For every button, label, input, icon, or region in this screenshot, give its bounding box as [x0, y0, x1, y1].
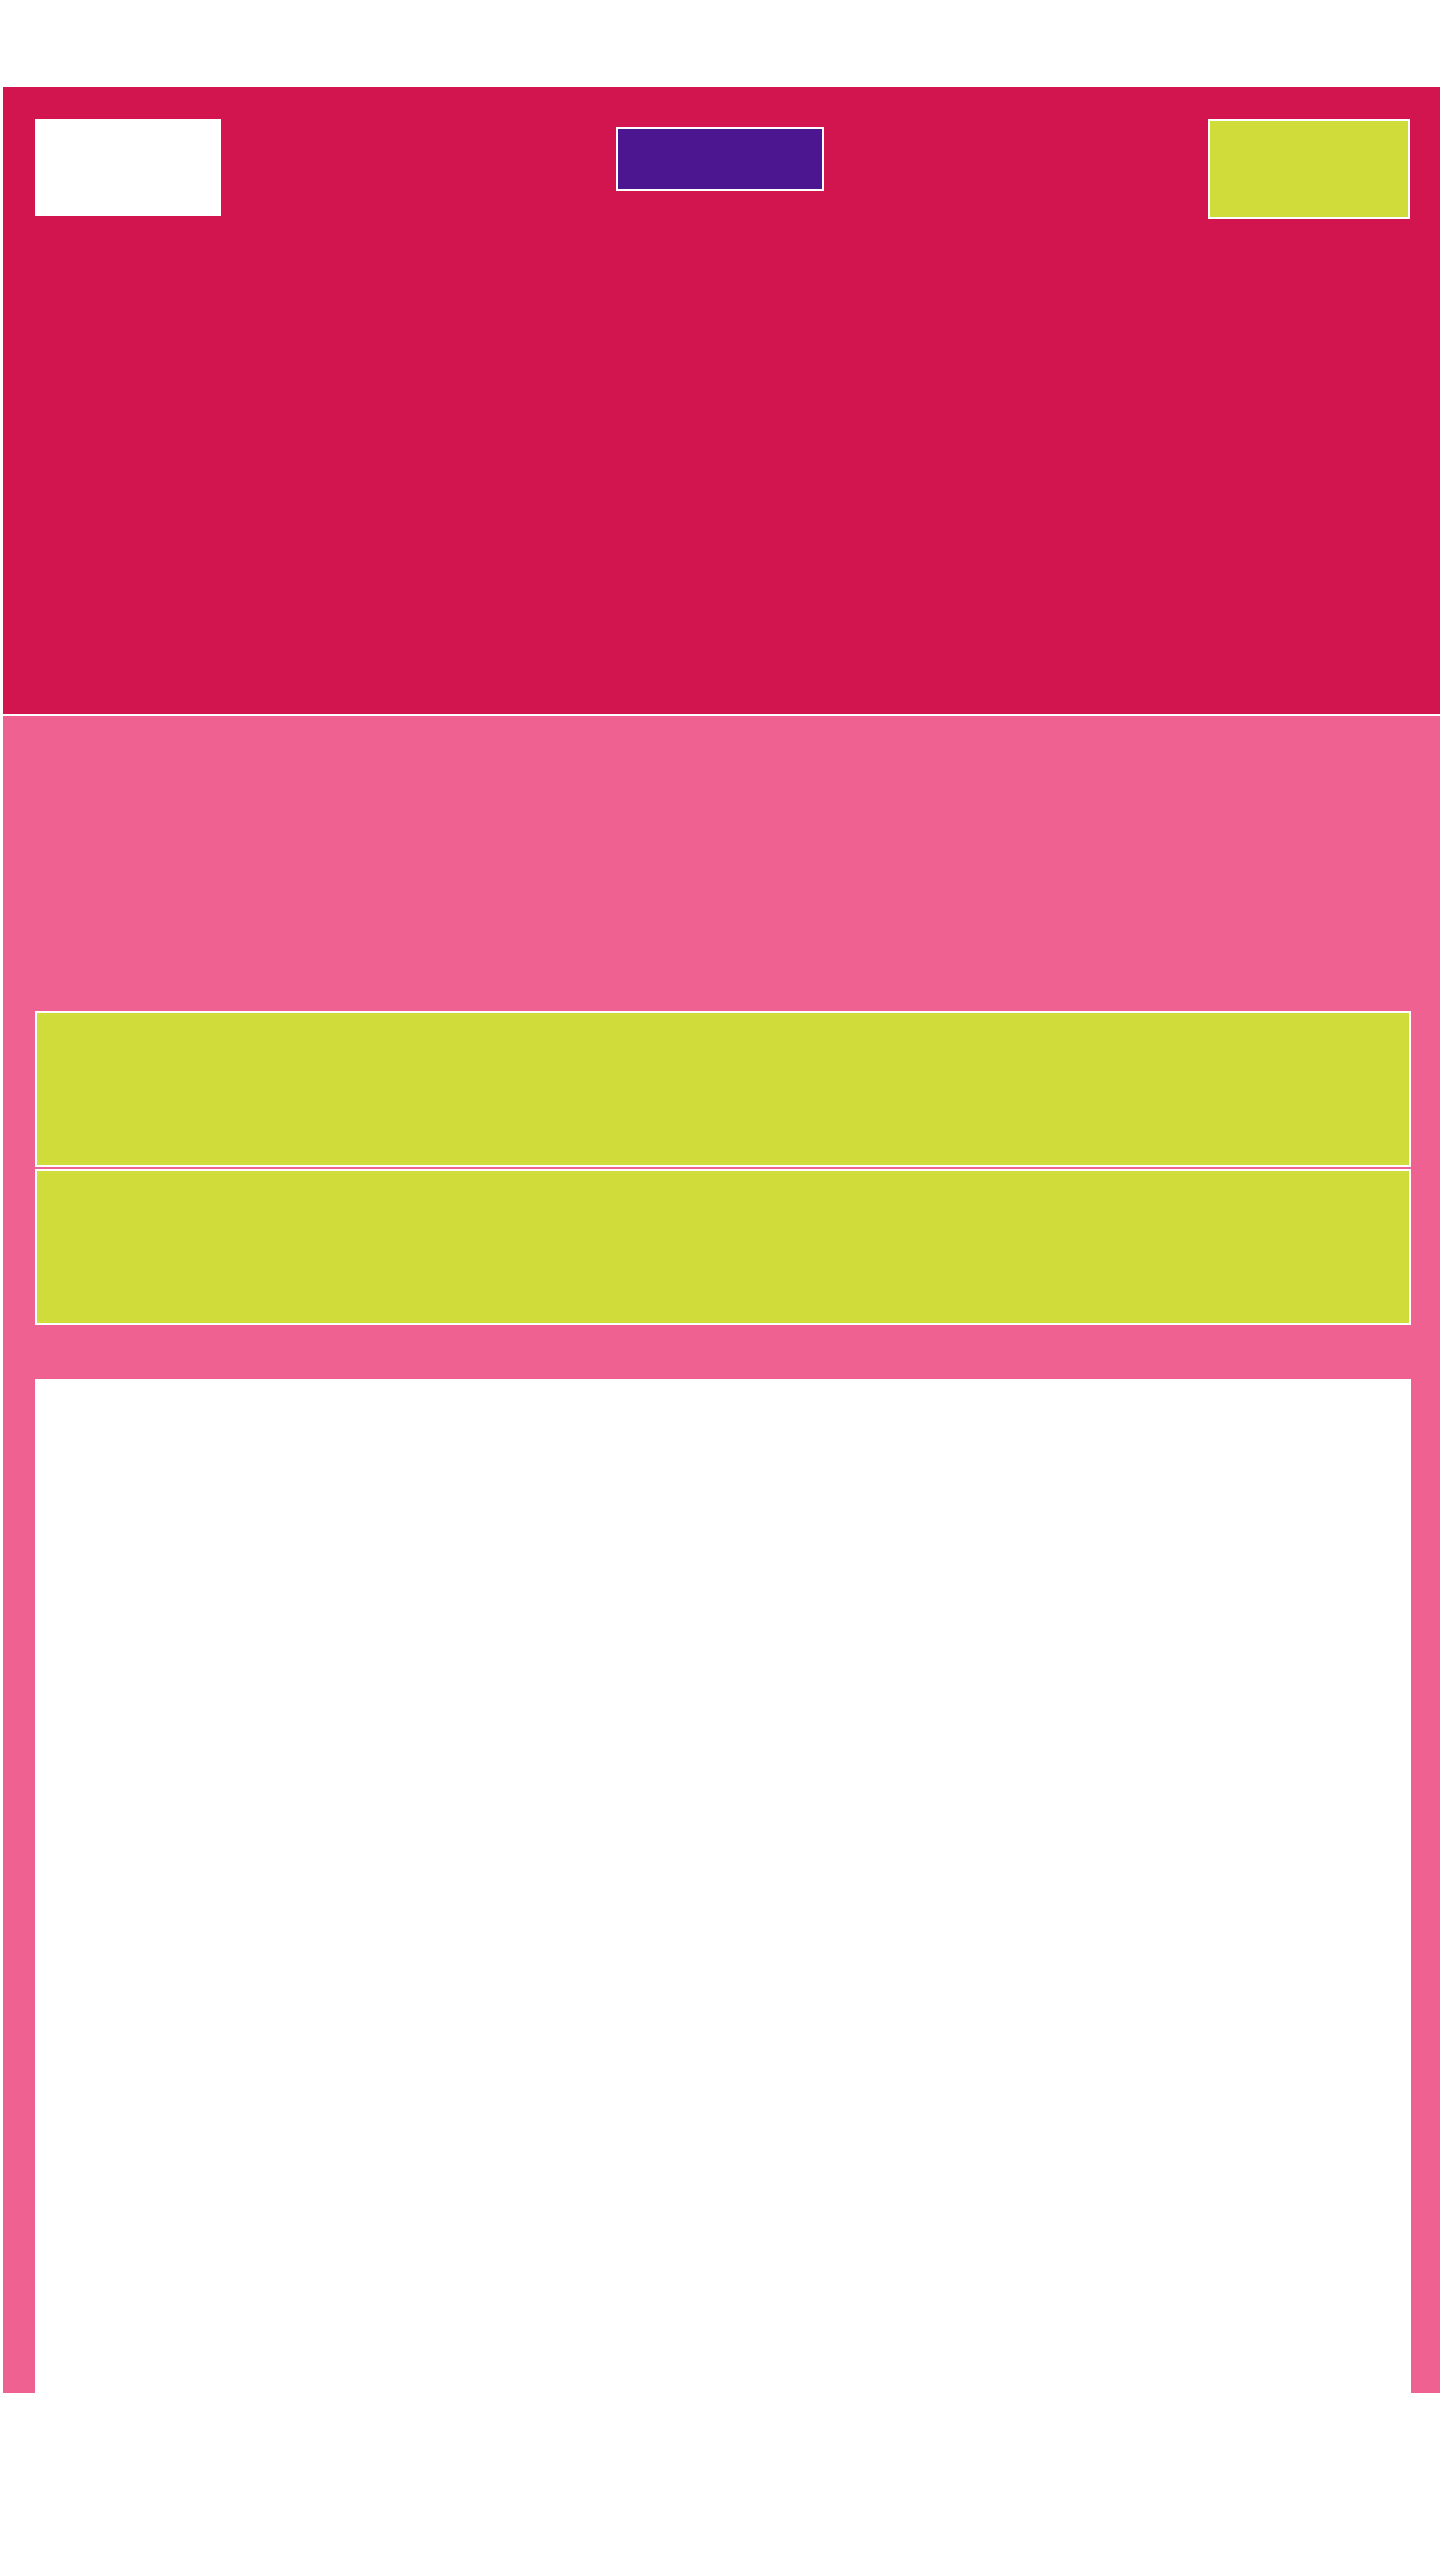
- center-nav-button[interactable]: [616, 127, 824, 191]
- main-content: [3, 716, 1440, 2393]
- main-panel: [35, 1379, 1411, 2393]
- menu-button[interactable]: [1208, 119, 1410, 219]
- content-bar-1[interactable]: [35, 1011, 1411, 1167]
- content-bar-2[interactable]: [35, 1169, 1411, 1325]
- logo[interactable]: [35, 119, 221, 216]
- app-frame: [3, 87, 1440, 2393]
- top-header: [3, 87, 1440, 714]
